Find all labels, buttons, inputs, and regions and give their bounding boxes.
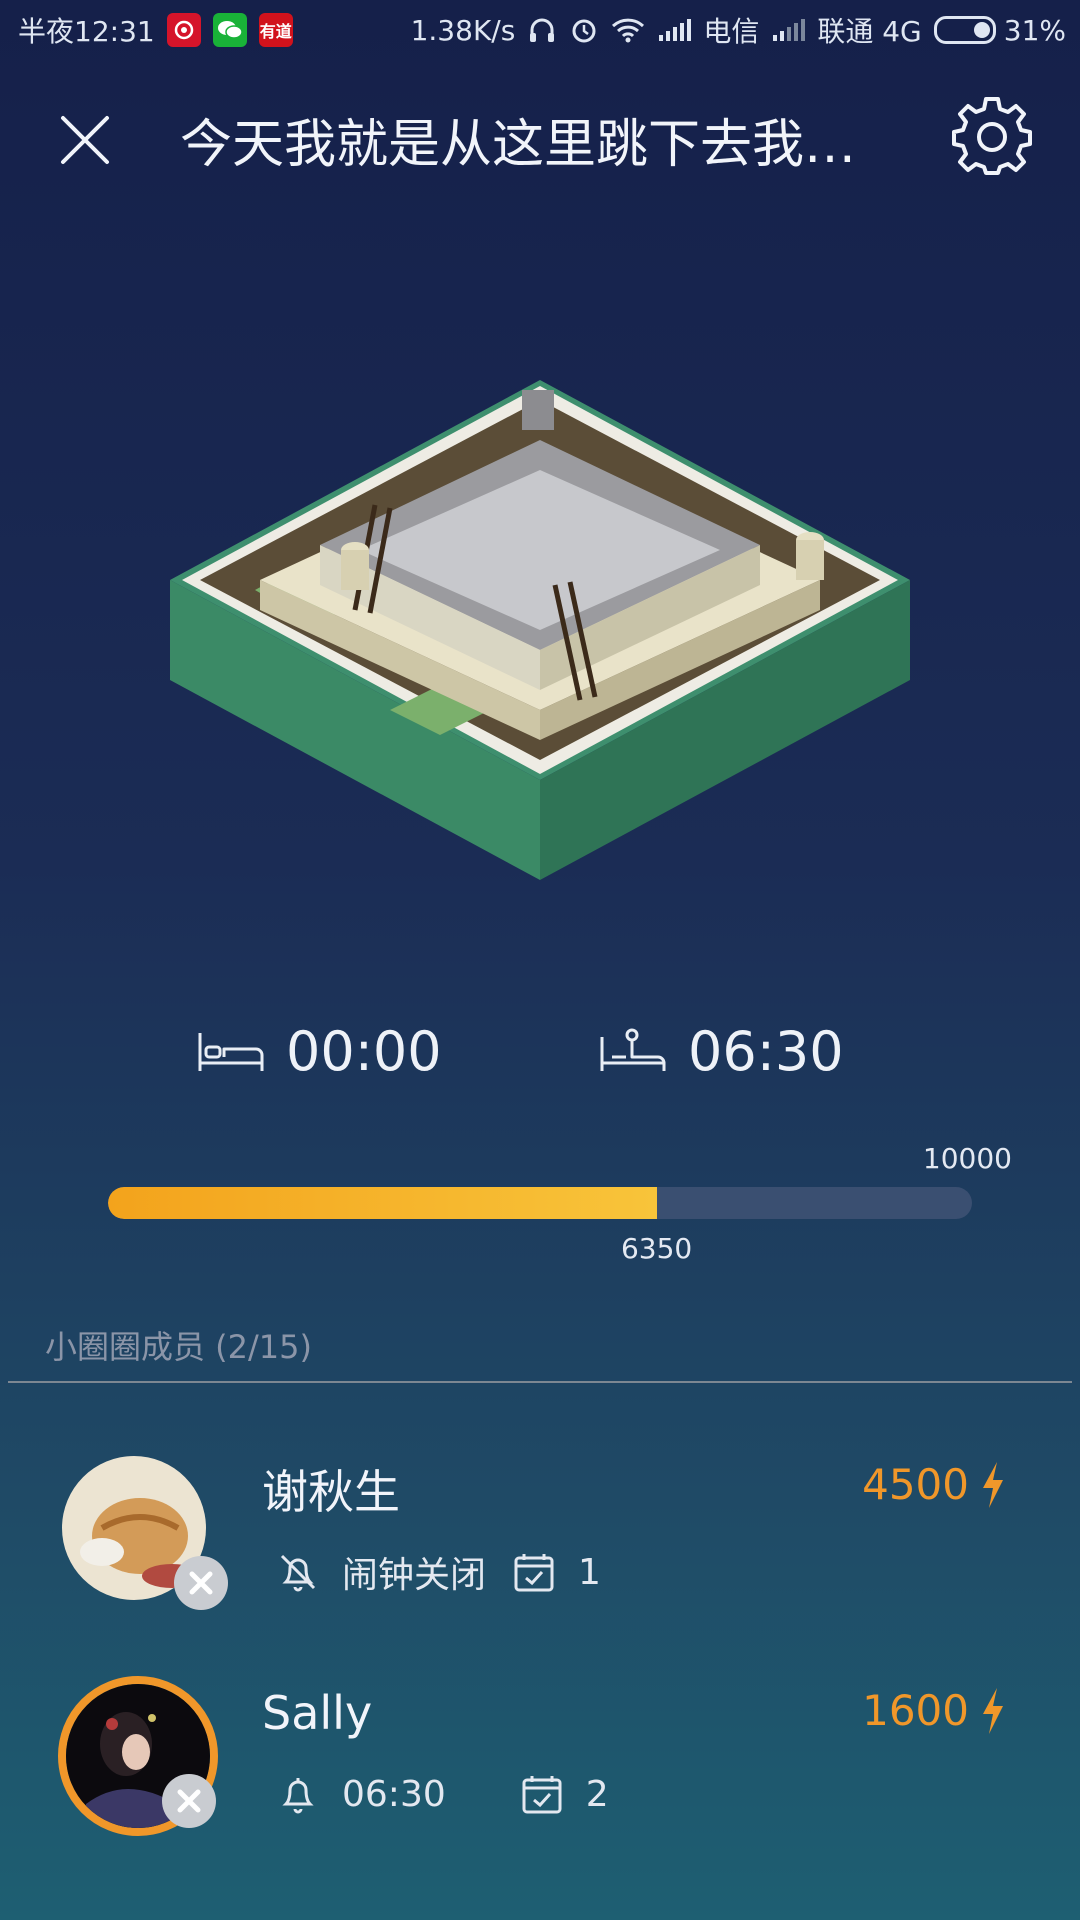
settings-button[interactable] bbox=[950, 95, 1034, 179]
close-button[interactable] bbox=[55, 110, 115, 170]
headphones-icon bbox=[527, 15, 557, 45]
signal-icon-2 bbox=[771, 17, 806, 43]
carrier-2: 联通 4G bbox=[817, 15, 922, 48]
bed-icon bbox=[198, 1032, 264, 1071]
member-meta: 06:30 2 bbox=[276, 1772, 609, 1816]
alarm-clock-icon bbox=[569, 15, 599, 45]
member-row[interactable]: 谢秋生 4500 闹钟关闭 1 bbox=[0, 1456, 1080, 1646]
close-icon bbox=[61, 116, 109, 164]
avatar[interactable] bbox=[62, 1456, 228, 1610]
clock: 半夜12:31 bbox=[18, 15, 155, 48]
avatar[interactable] bbox=[58, 1676, 218, 1836]
home-off-badge-icon bbox=[162, 1774, 216, 1828]
home-off-badge-icon bbox=[174, 1556, 228, 1610]
member-check-count: 2 bbox=[585, 1773, 609, 1815]
member-name: Sally bbox=[262, 1686, 373, 1740]
progress-current: 6350 bbox=[620, 1232, 693, 1265]
progress-goal: 10000 bbox=[922, 1142, 1012, 1175]
calendar-check-icon bbox=[514, 1554, 554, 1592]
member-score-value: 1600 bbox=[862, 1686, 969, 1735]
wake-time[interactable]: 06:30 bbox=[598, 1020, 844, 1083]
lightning-icon bbox=[983, 1461, 1003, 1508]
member-check-count: 1 bbox=[578, 1551, 601, 1593]
battery-icon bbox=[933, 16, 996, 44]
calendar-check-icon bbox=[522, 1776, 562, 1814]
wake-time-value: 06:30 bbox=[688, 1020, 844, 1083]
gear-icon bbox=[952, 97, 1032, 175]
youdao-icon: 有道 bbox=[258, 13, 293, 47]
wechat-icon bbox=[212, 13, 247, 47]
alarm-off-icon bbox=[280, 1554, 316, 1592]
bell-icon bbox=[282, 1778, 314, 1814]
member-alarm: 06:30 bbox=[342, 1773, 446, 1815]
header: 今天我就是从这里跳下去我也… bbox=[0, 90, 1080, 180]
alarm-times: 00:00 06:30 bbox=[0, 1020, 1080, 1090]
divider bbox=[8, 1381, 1072, 1383]
members-heading: 小圈圈成员 (2/15) bbox=[45, 1328, 313, 1366]
member-row[interactable]: Sally 1600 06:30 2 bbox=[0, 1676, 1080, 1866]
lightning-icon bbox=[983, 1687, 1003, 1734]
member-score: 1600 bbox=[862, 1686, 1005, 1735]
sleep-time-value: 00:00 bbox=[286, 1020, 442, 1083]
battery-percent: 31% bbox=[1003, 13, 1066, 47]
sleep-time[interactable]: 00:00 bbox=[196, 1020, 442, 1083]
member-name: 谢秋生 bbox=[262, 1465, 400, 1519]
status-bar: 半夜12:31 有道 1.38K/s 电信 联通 4G 31% bbox=[0, 0, 1080, 56]
member-score: 4500 bbox=[862, 1460, 1005, 1509]
wifi-icon bbox=[611, 16, 645, 44]
member-alarm: 闹钟关闭 bbox=[342, 1555, 487, 1596]
page-title: 今天我就是从这里跳下去我也… bbox=[180, 115, 900, 175]
member-meta: 闹钟关闭 1 bbox=[276, 1546, 601, 1598]
netease-music-icon bbox=[166, 13, 201, 47]
progress-bar bbox=[108, 1187, 972, 1219]
carrier-1: 电信 bbox=[703, 15, 760, 48]
signal-icon-1 bbox=[657, 17, 692, 43]
battery-indicator: 31% bbox=[933, 13, 1066, 47]
network-speed: 1.38K/s bbox=[410, 13, 516, 47]
member-score-value: 4500 bbox=[862, 1460, 969, 1509]
progress-fill bbox=[108, 1187, 657, 1219]
wake-up-bed-icon bbox=[600, 1028, 666, 1071]
building-scene bbox=[160, 380, 920, 900]
